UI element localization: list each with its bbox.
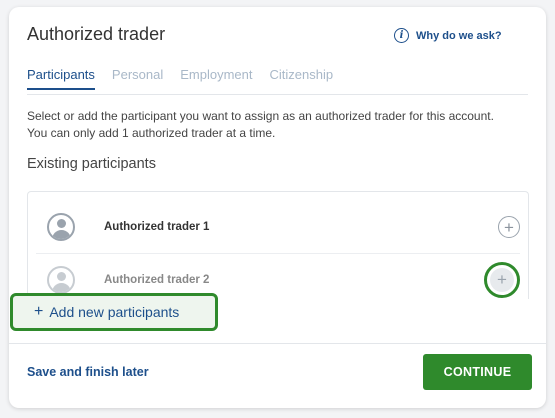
user-avatar-icon (47, 213, 75, 241)
participant-name: Authorized trader 1 (104, 221, 210, 233)
save-and-finish-later-link[interactable]: Save and finish later (27, 365, 149, 379)
plus-icon: + (34, 303, 44, 320)
plus-icon: + (490, 267, 514, 292)
why-do-we-ask-label: Why do we ask? (416, 29, 502, 42)
authorized-trader-card: Authorized trader i Why do we ask? Parti… (9, 7, 546, 408)
add-new-participants-button[interactable]: + Add new participants (10, 293, 218, 331)
participants-list: Authorized trader 1 + Authorized trader … (27, 191, 529, 299)
page-title: Authorized trader (27, 24, 166, 44)
info-icon: i (394, 28, 409, 43)
existing-participants-heading: Existing participants (27, 156, 156, 172)
continue-button[interactable]: CONTINUE (423, 354, 532, 390)
tab-citizenship[interactable]: Citizenship (269, 67, 333, 90)
step-tabs: Participants Personal Employment Citizen… (27, 67, 350, 90)
participant-name: Authorized trader 2 (104, 273, 210, 286)
list-item[interactable]: Authorized trader 1 + (28, 201, 528, 253)
add-participant-button[interactable]: + (484, 261, 520, 298)
tab-participants[interactable]: Participants (27, 67, 95, 90)
tab-personal[interactable]: Personal (112, 67, 163, 90)
plus-icon: + (504, 217, 514, 237)
add-new-participants-label: Add new participants (49, 304, 180, 320)
instructions-text: Select or add the participant you want t… (27, 109, 494, 140)
tab-employment[interactable]: Employment (180, 67, 252, 90)
add-participant-button[interactable]: + (498, 216, 520, 238)
user-avatar-icon (47, 265, 75, 294)
footer-divider (9, 343, 546, 344)
tabs-divider (27, 94, 528, 95)
why-do-we-ask-link[interactable]: i Why do we ask? (394, 28, 502, 43)
